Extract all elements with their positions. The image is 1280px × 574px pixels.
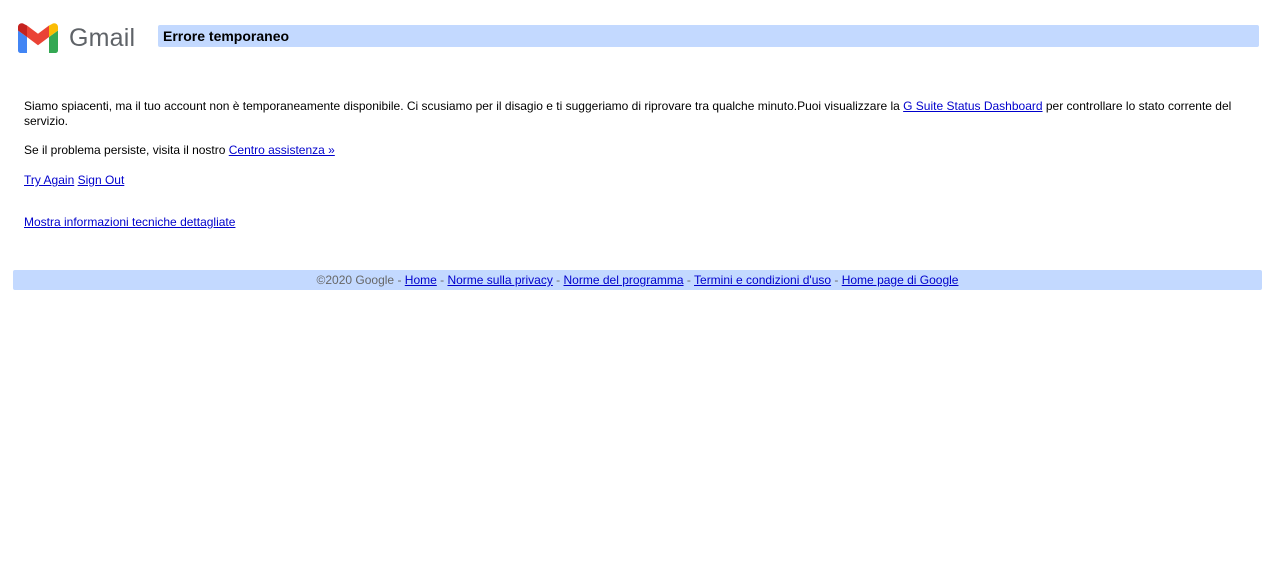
error-message-text: Siamo spiacenti, ma il tuo account non è… (24, 99, 904, 113)
help-center-link[interactable]: Centro assistenza » (229, 143, 335, 157)
gmail-logo[interactable]: Gmail (18, 22, 135, 54)
try-again-link[interactable]: Try Again (24, 173, 74, 187)
actions: Try Again Sign Out (24, 173, 1244, 188)
footer: ©2020 Google - Home - Norme sulla privac… (13, 270, 1262, 290)
main-content: Siamo spiacenti, ma il tuo account non è… (24, 99, 1244, 230)
header: Gmail Errore temporaneo (0, 0, 1280, 60)
footer-separator: - (552, 273, 564, 287)
logo-wordmark: Gmail (69, 24, 136, 52)
footer-separator: - (831, 273, 842, 287)
copyright: ©2020 Google (316, 273, 395, 287)
details: Mostra informazioni tecniche dettagliate (24, 215, 1244, 230)
footer-link-google-home[interactable]: Home page di Google (842, 273, 959, 287)
footer-separator: - (683, 273, 695, 287)
status-dashboard-link[interactable]: G Suite Status Dashboard (903, 99, 1042, 113)
page-title: Errore temporaneo (163, 28, 290, 44)
footer-link-privacy[interactable]: Norme sulla privacy (447, 273, 552, 287)
error-message: Siamo spiacenti, ma il tuo account non è… (24, 99, 1244, 129)
page-title-bar: Errore temporaneo (158, 25, 1259, 47)
persist-message: Se il problema persiste, visita il nostr… (24, 143, 1244, 158)
gmail-m-logo-icon (18, 23, 58, 53)
footer-separator: - (436, 273, 448, 287)
sign-out-link[interactable]: Sign Out (78, 173, 125, 187)
footer-link-home[interactable]: Home (405, 273, 437, 287)
footer-separator: - (394, 273, 405, 287)
technical-details-link[interactable]: Mostra informazioni tecniche dettagliate (24, 215, 235, 229)
footer-link-terms[interactable]: Termini e condizioni d'uso (694, 273, 831, 287)
persist-text: Se il problema persiste, visita il nostr… (24, 143, 229, 157)
footer-link-program-policies[interactable]: Norme del programma (564, 273, 684, 287)
